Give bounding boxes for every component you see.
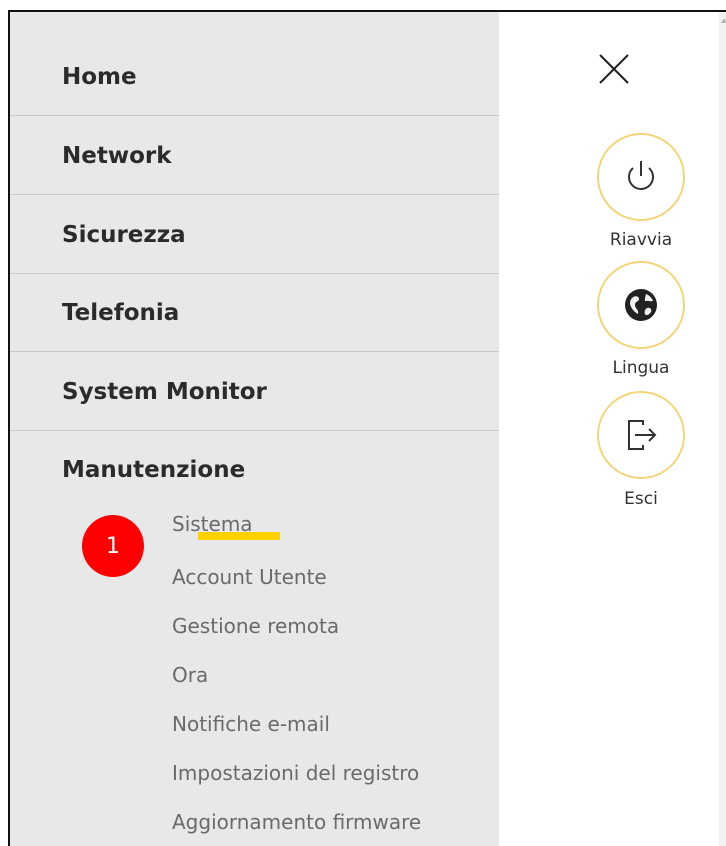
- scrollbar[interactable]: [719, 12, 726, 846]
- side-menu: Home Network Sicurezza Telefonia System …: [10, 12, 499, 846]
- app-frame: Home Network Sicurezza Telefonia System …: [8, 10, 726, 846]
- menu-item-network[interactable]: Network: [10, 117, 499, 195]
- blank-area: [631, 62, 713, 90]
- close-icon: [599, 54, 629, 84]
- menu-item-label: Manutenzione: [62, 457, 246, 483]
- close-button[interactable]: [597, 52, 631, 86]
- globe-icon: [625, 289, 657, 321]
- submenu-item-sistema[interactable]: Sistema: [172, 512, 253, 536]
- lingua-button[interactable]: [597, 261, 685, 349]
- riavvia-label: Riavvia: [609, 230, 673, 250]
- menu-item-label: Telefonia: [62, 299, 180, 326]
- submenu-item-impostazioni-registro[interactable]: Impostazioni del registro: [172, 761, 419, 785]
- submenu-item-account-utente[interactable]: Account Utente: [172, 565, 327, 589]
- submenu-item-ora[interactable]: Ora: [172, 663, 208, 687]
- menu-item-sicurezza[interactable]: Sicurezza: [10, 196, 499, 274]
- menu-item-manutenzione[interactable]: Manutenzione: [10, 431, 499, 509]
- step-number: 1: [106, 533, 120, 559]
- menu-item-telefonia[interactable]: Telefonia: [10, 274, 499, 352]
- esci-button[interactable]: [597, 391, 685, 479]
- menu-item-label: Network: [62, 142, 172, 169]
- esci-label: Esci: [624, 489, 658, 509]
- lingua-label: Lingua: [612, 358, 670, 378]
- power-icon: [628, 161, 654, 190]
- menu-item-label: System Monitor: [62, 378, 267, 405]
- menu-item-label: Home: [62, 63, 137, 90]
- step-badge: 1: [82, 515, 144, 577]
- quick-actions-panel: Riavvia Lingua Esci: [499, 12, 726, 846]
- menu-item-label: Sicurezza: [62, 221, 186, 248]
- logout-icon: [628, 420, 657, 450]
- riavvia-button[interactable]: [597, 133, 685, 221]
- menu-item-home[interactable]: Home: [10, 38, 499, 116]
- submenu-item-gestione-remota[interactable]: Gestione remota: [172, 614, 339, 638]
- scroll-up-icon[interactable]: [721, 18, 726, 23]
- menu-item-system-monitor[interactable]: System Monitor: [10, 353, 499, 431]
- submenu-item-notifiche-email[interactable]: Notifiche e-mail: [172, 712, 330, 736]
- submenu-item-aggiornamento-firmware[interactable]: Aggiornamento firmware: [172, 810, 421, 834]
